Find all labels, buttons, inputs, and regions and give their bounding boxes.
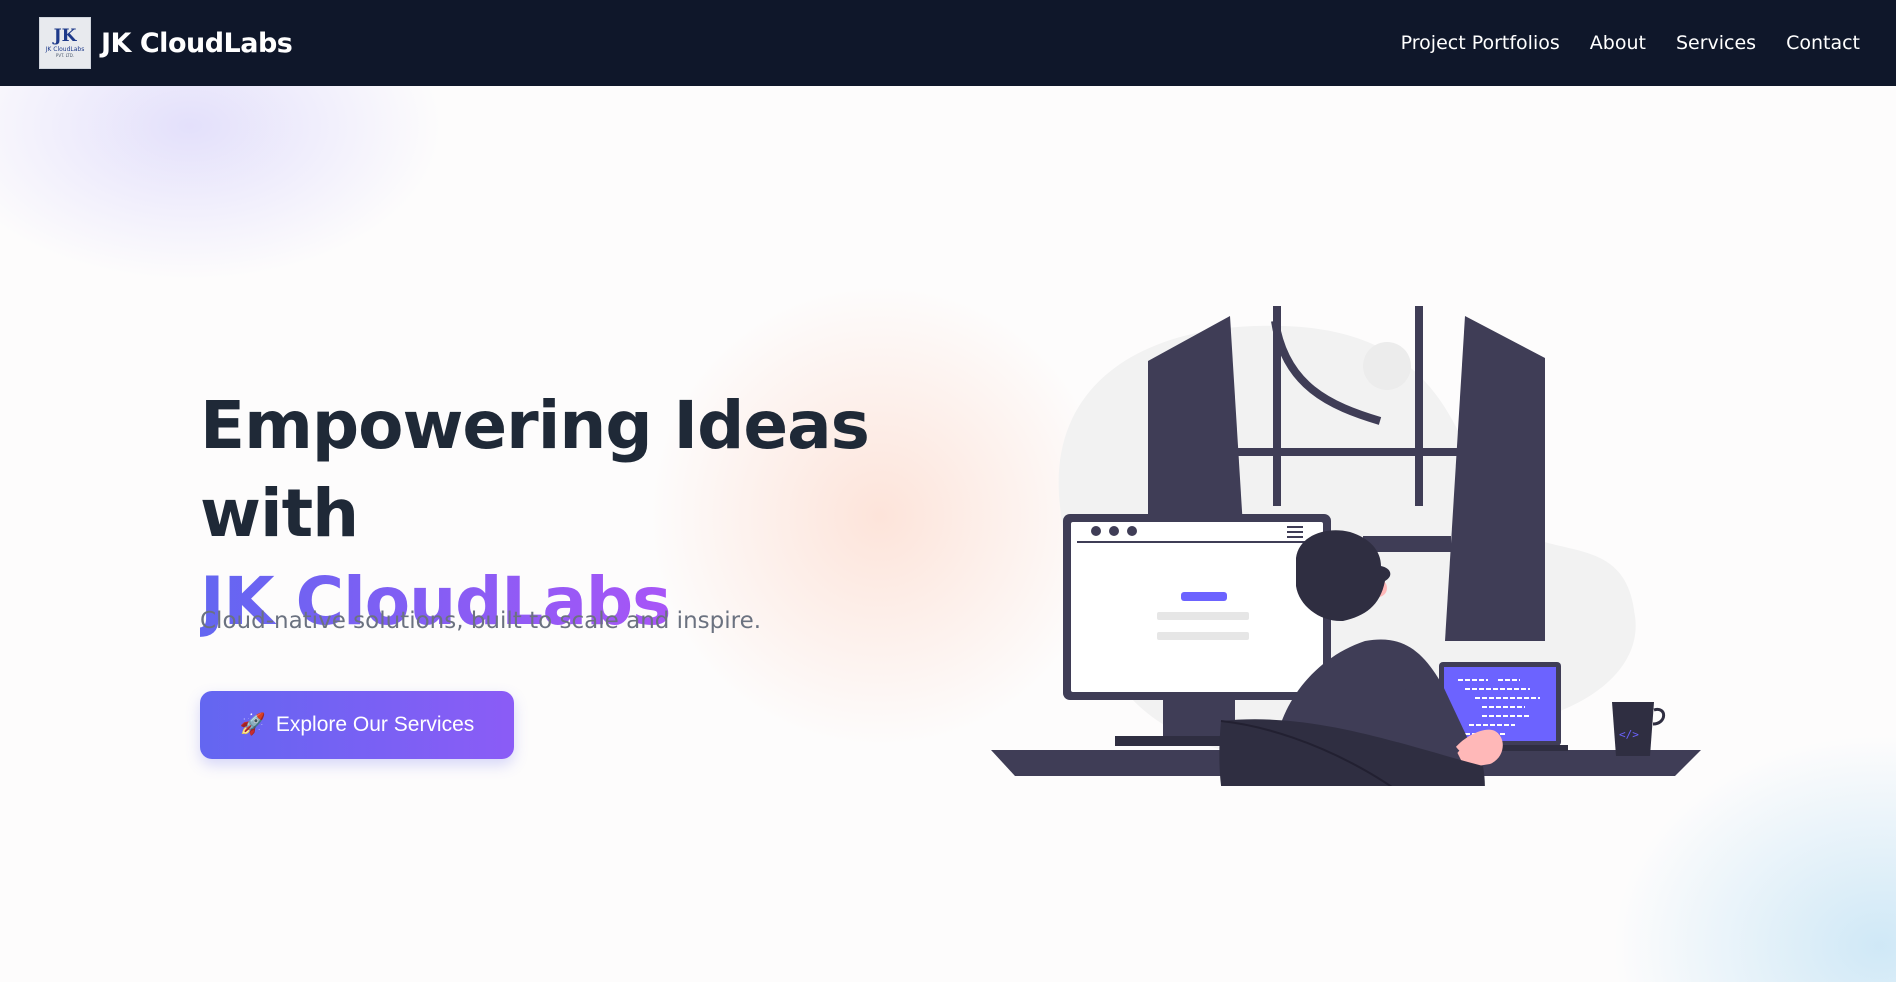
explore-services-label: Explore Our Services — [275, 713, 475, 736]
monitor-dot-2 — [1109, 526, 1119, 536]
monitor-menu-line-2 — [1287, 531, 1303, 533]
hero-headline: Empowering Ideas with JK CloudLabs — [200, 382, 1020, 646]
rocket-icon: 🚀 — [239, 713, 266, 736]
nav-links: Project Portfolios About Services Contac… — [1401, 32, 1860, 54]
logo-mark: JK — [53, 26, 77, 47]
mug-handle — [1652, 707, 1666, 726]
mug-code-symbol: </> — [1619, 728, 1639, 741]
explore-services-button[interactable]: 🚀 Explore Our Services — [200, 691, 514, 759]
window-mullion-right — [1415, 306, 1423, 506]
hero-section: Empowering Ideas with JK CloudLabs Cloud… — [0, 86, 1896, 982]
brand-name[interactable]: JK CloudLabs — [101, 28, 293, 59]
nav-link-contact[interactable]: Contact — [1786, 32, 1860, 54]
monitor-screen — [1071, 522, 1323, 692]
company-logo[interactable]: JK JK CloudLabs PVT. LTD. — [39, 17, 91, 69]
blob-dot — [1363, 342, 1411, 390]
monitor-menu-line-3 — [1287, 536, 1303, 538]
monitor-accent-bar — [1181, 592, 1227, 601]
nav-link-services[interactable]: Services — [1676, 32, 1756, 54]
monitor-header-rule — [1077, 541, 1315, 543]
nav-link-project-portfolios[interactable]: Project Portfolios — [1401, 32, 1560, 54]
monitor-text-line-2 — [1157, 632, 1249, 640]
window-sill — [1363, 536, 1451, 552]
top-navbar: JK JK CloudLabs PVT. LTD. JK CloudLabs P… — [0, 0, 1896, 86]
monitor-dot-3 — [1127, 526, 1137, 536]
hero-subtitle: Cloud-native solutions, built to scale a… — [200, 608, 762, 634]
monitor-text-line-1 — [1157, 612, 1249, 620]
monitor-menu-line-1 — [1287, 526, 1303, 528]
window-right-panel — [1445, 316, 1545, 641]
logo-subtext: PVT. LTD. — [55, 52, 75, 58]
headline-line-1: Empowering Ideas with — [200, 387, 870, 552]
nav-link-about[interactable]: About — [1590, 32, 1646, 54]
window-mullion-left — [1273, 306, 1281, 506]
brand[interactable]: JK JK CloudLabs PVT. LTD. JK CloudLabs — [39, 17, 293, 69]
window-transom — [1235, 448, 1460, 456]
monitor-dot-1 — [1091, 526, 1101, 536]
developer-at-desk-illustration: </> — [991, 306, 1701, 786]
